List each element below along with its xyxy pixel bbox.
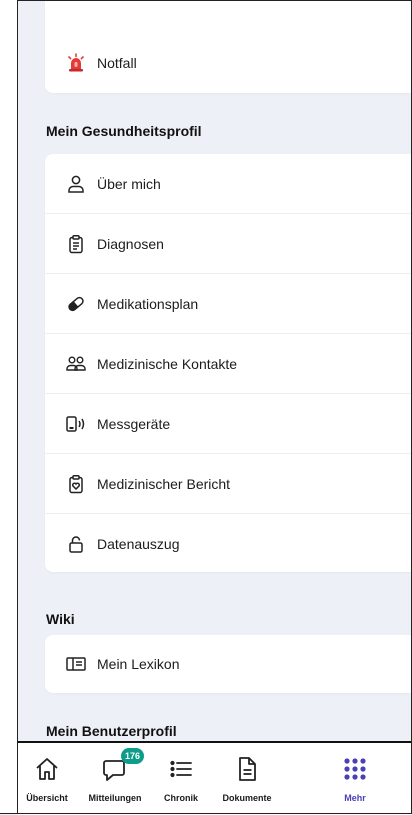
menu-item-label: Mein Lexikon: [97, 656, 180, 672]
emergency-item[interactable]: Notfall: [45, 1, 411, 93]
menu-item-datenauszug[interactable]: Datenauszug: [45, 514, 411, 573]
menu-item-label: Messgeräte: [97, 415, 171, 432]
menu-item-label: Medizinische Kontakte: [97, 355, 238, 372]
list-icon: [167, 755, 195, 783]
report-icon: [65, 473, 87, 495]
menu-item-label: Über mich: [97, 175, 161, 192]
document-icon: [233, 755, 261, 783]
tab-label: Übersicht: [26, 793, 68, 803]
menu-item-label: Medizinischer Bericht: [97, 475, 231, 492]
menu-item-medizinischer-bericht[interactable]: Medizinischer Bericht: [45, 454, 411, 514]
tab-label: Mitteilungen: [88, 793, 142, 803]
scroll-content[interactable]: Notfall Mein Gesundheitsprofil Über mich: [18, 1, 411, 741]
tab-label: Mehr: [344, 793, 366, 803]
lock-icon: [65, 533, 87, 555]
tab-dokumente[interactable]: Dokumente: [212, 743, 282, 815]
clipboard-icon: [65, 233, 87, 255]
notification-badge: 176: [121, 748, 145, 764]
book-icon: [65, 653, 87, 675]
pill-icon: [65, 293, 87, 315]
tab-mitteilungen[interactable]: 176 Mitteilungen: [80, 743, 150, 815]
health-profile-card: Über mich Diagnosen Medikationsplan Medi…: [45, 154, 411, 572]
person-icon: [65, 173, 87, 195]
tab-chronik[interactable]: Chronik: [146, 743, 216, 815]
menu-item-label: Diagnosen: [97, 235, 164, 252]
menu-item-messgeraete[interactable]: Messgeräte: [45, 394, 411, 454]
device-icon: [65, 413, 87, 435]
menu-item-diagnosen[interactable]: Diagnosen: [45, 214, 411, 274]
tab-label: Dokumente: [222, 793, 272, 803]
menu-item-label: Medikationsplan: [97, 295, 199, 312]
menu-item-mein-lexikon[interactable]: Mein Lexikon: [45, 635, 411, 693]
menu-item-medizinische-kontakte[interactable]: Medizinische Kontakte: [45, 334, 411, 394]
tab-mehr[interactable]: Mehr: [320, 743, 390, 815]
bottom-tab-bar: Übersicht 176 Mitteilungen Chronik Dokum…: [18, 741, 411, 815]
menu-item-label: Datenauszug: [97, 535, 180, 552]
tab-uebersicht[interactable]: Übersicht: [12, 743, 82, 815]
wiki-card: Mein Lexikon: [45, 635, 411, 693]
emergency-card: Notfall: [45, 1, 411, 93]
profile-section-title: Mein Benutzerprofil: [46, 723, 177, 739]
menu-item-medikationsplan[interactable]: Medikationsplan: [45, 274, 411, 334]
emergency-label: Notfall: [97, 55, 137, 71]
grid-dots-icon: [341, 755, 369, 783]
home-icon: [33, 755, 61, 783]
siren-icon: [65, 52, 87, 74]
menu-item-ueber-mich[interactable]: Über mich: [45, 154, 411, 214]
wiki-section-title: Wiki: [46, 611, 75, 627]
health-section-title: Mein Gesundheitsprofil: [46, 123, 202, 139]
tab-label: Chronik: [163, 793, 198, 803]
frame-left: [0, 0, 18, 814]
contacts-icon: [65, 353, 87, 375]
